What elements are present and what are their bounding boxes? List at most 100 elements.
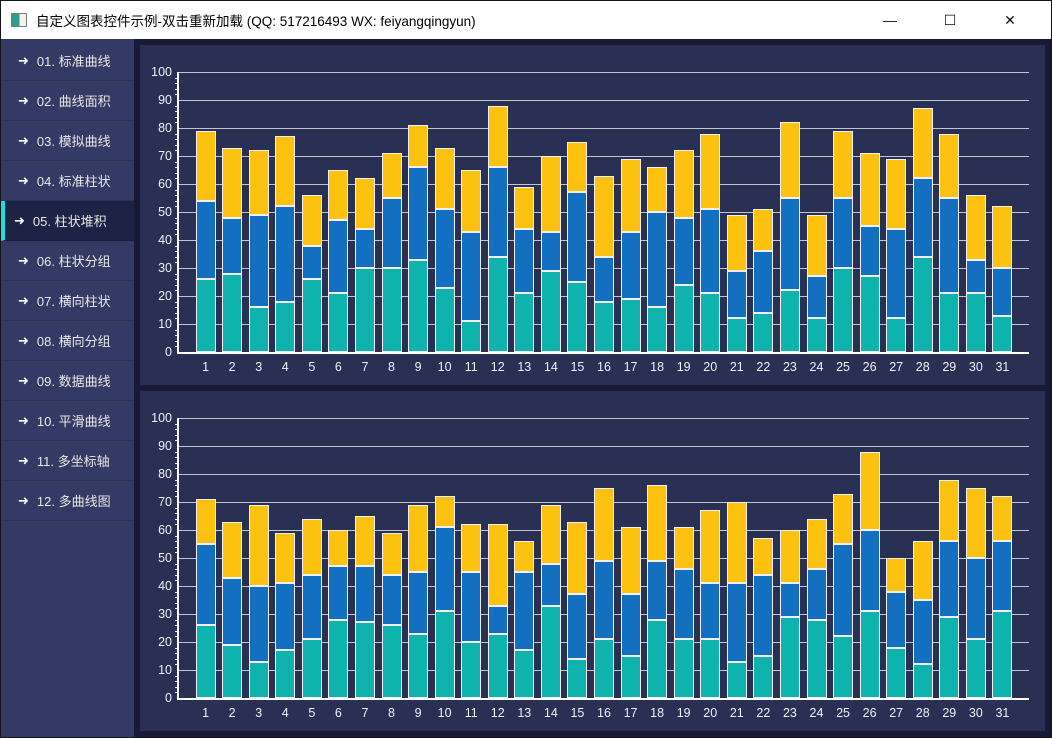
bar-segment-stack-top-yellow-cat25	[833, 131, 853, 198]
y-axis-tick-label: 100	[140, 411, 172, 425]
sidebar-item-12[interactable]: ➜12. 多曲线图	[1, 481, 134, 521]
bar-segment-stack-middle-blue-cat4	[275, 206, 295, 301]
bar-segment-stack-bottom-teal-cat28	[913, 257, 933, 352]
bar-segment-stack-top-yellow-cat22	[753, 538, 773, 574]
bar-segment-stack-bottom-teal-cat25	[833, 268, 853, 352]
window-controls: — ☐ ✕	[853, 1, 1051, 39]
bar-segment-stack-middle-blue-cat24	[807, 569, 827, 619]
bar-segment-stack-bottom-teal-cat12	[488, 634, 508, 698]
bar-segment-stack-top-yellow-cat25	[833, 494, 853, 544]
x-axis-tick-label: 25	[830, 360, 856, 374]
gridline-y70	[179, 156, 1029, 157]
bar-segment-stack-bottom-teal-cat31	[992, 316, 1012, 352]
stacked-bar-chart-top[interactable]: 0102030405060708090100123456789101112131…	[140, 45, 1045, 385]
sidebar-item-10[interactable]: ➜ 10. 平滑曲线	[1, 401, 134, 441]
y-axis-tick-label: 90	[140, 93, 172, 107]
bar-segment-stack-middle-blue-cat19	[674, 569, 694, 639]
x-axis-tick-label: 10	[432, 706, 458, 720]
bar-segment-stack-top-yellow-cat10	[435, 496, 455, 527]
minimize-button[interactable]: —	[867, 1, 913, 39]
bar-segment-stack-middle-blue-cat24	[807, 276, 827, 318]
bar-segment-stack-top-yellow-cat7	[355, 516, 375, 566]
bar-segment-stack-top-yellow-cat5	[302, 519, 322, 575]
x-axis-tick-label: 4	[272, 706, 298, 720]
bar-segment-stack-bottom-teal-cat6	[328, 620, 348, 698]
bar-segment-stack-top-yellow-cat23	[780, 530, 800, 583]
bar-segment-stack-bottom-teal-cat19	[674, 285, 694, 352]
close-button[interactable]: ✕	[987, 1, 1033, 39]
sidebar-item-01[interactable]: ➜01. 标准曲线	[1, 41, 134, 81]
bar-segment-stack-middle-blue-cat26	[860, 226, 880, 276]
sidebar-item-08[interactable]: ➜08. 横向分组	[1, 321, 134, 361]
bar-segment-stack-top-yellow-cat9	[408, 505, 428, 572]
sidebar-item-05[interactable]: ➜05. 柱状堆积	[1, 201, 134, 241]
y-axis-tick-label: 50	[140, 551, 172, 565]
sidebar-item-04[interactable]: ➜04. 标准柱状	[1, 161, 134, 201]
bar-segment-stack-middle-blue-cat15	[567, 192, 587, 282]
bar-segment-stack-middle-blue-cat15	[567, 594, 587, 658]
sidebar-item-label: 03. 模拟曲线	[37, 131, 111, 150]
y-axis-tick-label: 20	[140, 289, 172, 303]
x-axis-tick-label: 21	[724, 360, 750, 374]
sidebar-item-label: 07. 横向柱状	[37, 291, 111, 310]
arrow-right-icon: ➜	[18, 413, 29, 429]
bar-segment-stack-top-yellow-cat4	[275, 533, 295, 583]
sidebar-item-label: 06. 柱状分组	[37, 251, 111, 270]
y-axis-tick-label: 100	[140, 65, 172, 79]
bar-segment-stack-middle-blue-cat18	[647, 212, 667, 307]
bar-segment-stack-middle-blue-cat23	[780, 198, 800, 290]
sidebar-item-07[interactable]: ➜07. 横向柱状	[1, 281, 134, 321]
x-axis-tick-label: 31	[989, 360, 1015, 374]
bar-segment-stack-bottom-teal-cat15	[567, 282, 587, 352]
bar-segment-stack-top-yellow-cat30	[966, 195, 986, 259]
maximize-button[interactable]: ☐	[927, 1, 973, 39]
bar-segment-stack-bottom-teal-cat4	[275, 302, 295, 352]
bar-segment-stack-middle-blue-cat5	[302, 575, 322, 639]
arrow-right-icon: ➜	[18, 173, 29, 189]
sidebar-item-09[interactable]: ➜09. 数据曲线	[1, 361, 134, 401]
x-axis-tick-label: 26	[857, 360, 883, 374]
bar-segment-stack-top-yellow-cat6	[328, 530, 348, 566]
x-axis-tick-label: 15	[564, 360, 590, 374]
x-axis-tick-label: 26	[857, 706, 883, 720]
bar-segment-stack-top-yellow-cat15	[567, 522, 587, 595]
bar-segment-stack-bottom-teal-cat29	[939, 293, 959, 352]
bar-segment-stack-top-yellow-cat31	[992, 496, 1012, 541]
bar-segment-stack-bottom-teal-cat7	[355, 268, 375, 352]
bar-segment-stack-top-yellow-cat20	[700, 510, 720, 583]
bar-segment-stack-bottom-teal-cat18	[647, 307, 667, 352]
sidebar-item-03[interactable]: ➜03. 模拟曲线	[1, 121, 134, 161]
x-axis-tick-label: 13	[511, 706, 537, 720]
bar-segment-stack-middle-blue-cat9	[408, 167, 428, 259]
bar-segment-stack-bottom-teal-cat7	[355, 622, 375, 698]
x-axis-tick-label: 19	[671, 706, 697, 720]
sidebar-item-11[interactable]: ➜11. 多坐标轴	[1, 441, 134, 481]
bar-segment-stack-bottom-teal-cat12	[488, 257, 508, 352]
sidebar-menu: ➜01. 标准曲线➜02. 曲线面积➜03. 模拟曲线➜04. 标准柱状➜05.…	[1, 39, 134, 738]
bar-segment-stack-middle-blue-cat26	[860, 530, 880, 611]
bar-segment-stack-top-yellow-cat8	[382, 533, 402, 575]
bar-segment-stack-bottom-teal-cat29	[939, 617, 959, 698]
x-axis-tick-label: 22	[750, 706, 776, 720]
sidebar-item-02[interactable]: ➜02. 曲线面积	[1, 81, 134, 121]
stacked-bar-chart-bottom[interactable]: 0102030405060708090100123456789101112131…	[140, 391, 1045, 731]
x-axis-tick-label: 31	[989, 706, 1015, 720]
y-axis-tick-label: 90	[140, 439, 172, 453]
bar-segment-stack-bottom-teal-cat16	[594, 639, 614, 698]
arrow-right-icon: ➜	[14, 213, 25, 229]
x-axis-tick-label: 3	[246, 360, 272, 374]
sidebar-item-label: 10. 平滑曲线	[37, 411, 111, 430]
x-axis-tick-label: 1	[193, 706, 219, 720]
y-axis-tick-label: 10	[140, 663, 172, 677]
bar-segment-stack-bottom-teal-cat27	[886, 648, 906, 698]
x-axis-tick-label: 5	[299, 360, 325, 374]
bar-segment-stack-middle-blue-cat22	[753, 575, 773, 656]
bar-segment-stack-top-yellow-cat26	[860, 452, 880, 530]
bar-segment-stack-bottom-teal-cat23	[780, 617, 800, 698]
x-axis-line	[177, 352, 1029, 354]
x-axis-tick-label: 17	[618, 706, 644, 720]
sidebar-item-06[interactable]: ➜06. 柱状分组	[1, 241, 134, 281]
arrow-right-icon: ➜	[18, 93, 29, 109]
x-axis-tick-label: 14	[538, 706, 564, 720]
bar-segment-stack-bottom-teal-cat6	[328, 293, 348, 352]
